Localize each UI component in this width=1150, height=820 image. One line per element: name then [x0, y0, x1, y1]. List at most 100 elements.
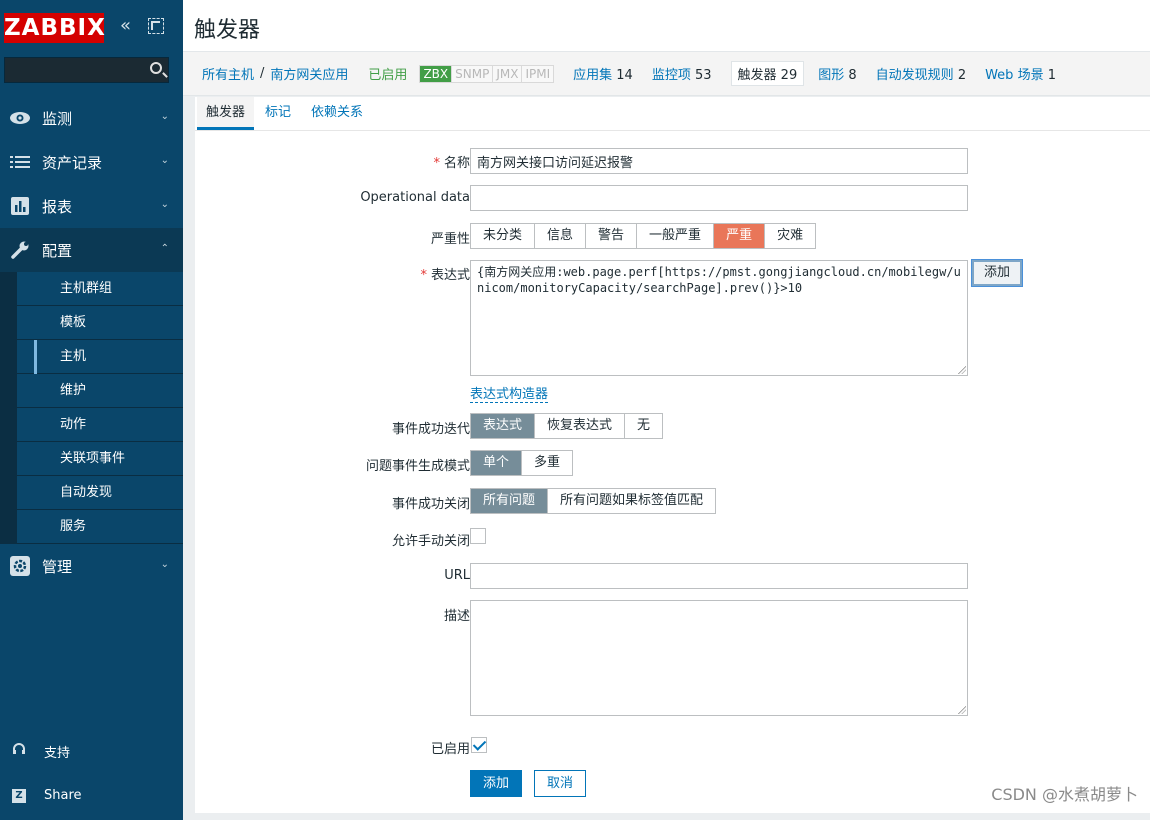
page-header: 触发器: [183, 0, 1150, 52]
tab-dependencies[interactable]: 依赖关系: [302, 97, 372, 130]
severity-information[interactable]: 信息: [535, 224, 587, 248]
nav-label: 自动发现规则: [875, 68, 954, 83]
enabled-checkbox[interactable]: [471, 737, 487, 753]
ipmi-status-tag: IPMI: [522, 65, 554, 82]
submenu-item-hosts[interactable]: 主机: [17, 340, 183, 374]
nav-label: Web 场景: [985, 68, 1044, 83]
submenu-item-maintenance[interactable]: 维护: [17, 374, 183, 408]
expression-textarea[interactable]: {南方网关应用:web.page.perf[https://pmst.gongj…: [470, 260, 968, 376]
menu-label: 管理: [42, 557, 73, 576]
description-textarea[interactable]: [470, 600, 968, 716]
menu-item-reports[interactable]: 报表 ⌄: [0, 184, 183, 228]
manual-close-checkbox[interactable]: [470, 528, 486, 544]
configuration-submenu: 主机群组 模板 主机 维护 动作 关联项事件 自动发现 服务: [0, 272, 183, 544]
sidebar-header: ZABBIX «: [0, 0, 183, 56]
severity-warning[interactable]: 警告: [586, 224, 638, 248]
availability-tags: ZBX SNMP JMX IPMI: [419, 64, 555, 83]
severity-selector: 未分类 信息 警告 一般严重 严重 灾难: [470, 223, 817, 249]
submenu-item-services[interactable]: 服务: [17, 510, 183, 544]
ok-close-tag-match[interactable]: 所有问题如果标签值匹配: [548, 489, 716, 513]
nav-discovery-rules[interactable]: 自动发现规则 2: [876, 64, 966, 83]
expression-add-button[interactable]: 添加: [972, 260, 1023, 286]
ok-close-all-problems[interactable]: 所有问题: [471, 489, 549, 513]
nav-items[interactable]: 监控项 53: [652, 64, 712, 83]
menu-item-administration[interactable]: 管理 ⌄: [0, 544, 183, 588]
gear-icon: [8, 556, 32, 576]
sidebar: ZABBIX « 监测 ⌄ 资产记录 ⌄ 报表 ⌄ 配置 ⌃ 主机群组 模板 主…: [0, 0, 183, 820]
zabbix-logo[interactable]: ZABBIX: [4, 13, 105, 43]
submenu-item-actions[interactable]: 动作: [17, 408, 183, 442]
expression-constructor-link[interactable]: 表达式构造器: [470, 383, 549, 403]
search-icon[interactable]: [150, 62, 162, 74]
ok-event-label: 事件成功迭代: [391, 422, 470, 437]
problem-mode-label: 问题事件生成模式: [365, 459, 470, 474]
nav-count: 53: [694, 68, 712, 83]
page-title: 触发器: [194, 18, 261, 43]
nav-count: 14: [616, 68, 633, 83]
menu-item-inventory[interactable]: 资产记录 ⌄: [0, 140, 183, 184]
nav-triggers-current[interactable]: 触发器 29: [730, 61, 805, 86]
menu-label: 监测: [42, 109, 73, 128]
submenu-item-templates[interactable]: 模板: [17, 306, 183, 340]
list-icon: [8, 152, 32, 172]
nav-count: 2: [957, 68, 967, 83]
severity-average[interactable]: 一般严重: [637, 224, 715, 248]
submenu-item-event-correlation[interactable]: 关联项事件: [17, 442, 183, 476]
severity-disaster[interactable]: 灾难: [765, 224, 816, 248]
jmx-status-tag: JMX: [493, 65, 523, 82]
menu-item-configuration[interactable]: 配置 ⌃: [0, 228, 183, 272]
nav-graphs[interactable]: 图形 8: [818, 64, 856, 83]
severity-high[interactable]: 严重: [714, 224, 766, 248]
breadcrumb: 所有主机 / 南方网关应用 已启用 ZBX SNMP JMX IPMI 应用集 …: [183, 52, 1150, 96]
breadcrumb-separator: /: [260, 66, 265, 81]
nav-applications[interactable]: 应用集 14: [573, 64, 633, 83]
support-link[interactable]: 支持: [0, 736, 183, 766]
menu-item-monitoring[interactable]: 监测 ⌄: [0, 96, 183, 140]
chevron-down-icon: ⌄: [160, 111, 169, 122]
ok-close-label: 事件成功关闭: [391, 497, 470, 512]
eye-icon: [8, 108, 32, 128]
nav-web-scenarios[interactable]: Web 场景 1: [985, 64, 1056, 83]
headset-icon: [10, 742, 28, 760]
url-input[interactable]: [470, 563, 968, 589]
share-label: Share: [44, 787, 82, 803]
nav-label: 应用集: [573, 68, 613, 83]
problem-mode-multiple[interactable]: 多重: [522, 451, 573, 475]
submenu-item-host-groups[interactable]: 主机群组: [17, 272, 183, 306]
form-tabs: 触发器 标记 依赖关系: [195, 97, 1150, 131]
support-label: 支持: [44, 745, 71, 761]
problem-mode-selector: 单个 多重: [470, 450, 574, 476]
host-status-enabled[interactable]: 已启用: [368, 64, 407, 83]
breadcrumb-all-hosts[interactable]: 所有主机: [202, 64, 254, 83]
opdata-input[interactable]: [470, 185, 968, 211]
menu-label: 资产记录: [42, 153, 103, 172]
problem-mode-single[interactable]: 单个: [471, 451, 523, 475]
submit-add-button[interactable]: 添加: [470, 770, 523, 797]
name-input[interactable]: 南方网关接口访问延迟报警: [470, 148, 968, 174]
ok-event-expression[interactable]: 表达式: [471, 414, 536, 438]
kiosk-mode-icon[interactable]: [148, 18, 164, 34]
collapse-sidebar-icon[interactable]: «: [120, 16, 140, 36]
submenu-item-discovery[interactable]: 自动发现: [17, 476, 183, 510]
sidebar-search-input[interactable]: [4, 57, 169, 83]
tab-tags[interactable]: 标记: [256, 97, 300, 130]
cancel-button[interactable]: 取消: [534, 770, 587, 797]
nav-count: 29: [780, 68, 798, 83]
manual-close-label: 允许手动关闭: [391, 534, 470, 549]
enabled-label: 已启用: [430, 742, 470, 757]
resize-handle-icon[interactable]: [958, 366, 966, 374]
severity-not-classified[interactable]: 未分类: [471, 224, 536, 248]
nav-label: 监控项: [651, 68, 691, 83]
tab-trigger[interactable]: 触发器: [197, 97, 255, 130]
share-link[interactable]: Z Share: [0, 780, 183, 810]
menu-label: 报表: [42, 197, 73, 216]
wrench-icon: [8, 240, 32, 260]
opdata-label: Operational data: [360, 190, 470, 205]
ok-event-recovery-expression[interactable]: 恢复表达式: [535, 414, 626, 438]
ok-event-none[interactable]: 无: [625, 414, 663, 438]
breadcrumb-host[interactable]: 南方网关应用: [270, 64, 348, 83]
chevron-down-icon: ⌄: [160, 559, 169, 570]
resize-handle-icon[interactable]: [958, 706, 966, 714]
chevron-down-icon: ⌄: [160, 199, 169, 210]
expression-text: {南方网关应用:web.page.perf[https://pmst.gongj…: [477, 265, 961, 295]
